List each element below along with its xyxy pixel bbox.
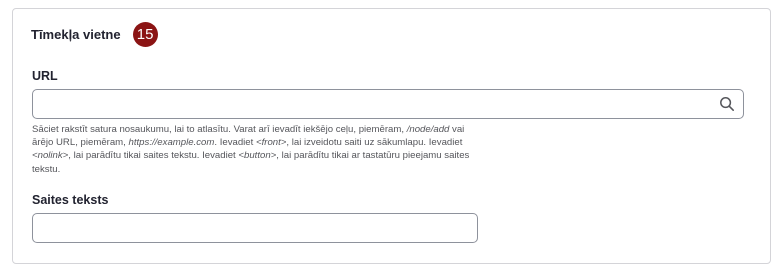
section-title: Tīmekļa vietne — [31, 26, 121, 42]
url-help-text: Sāciet rakstīt satura nosaukumu, lai to … — [32, 123, 487, 176]
help-example-external-url: https://example.com — [128, 137, 215, 149]
help-example-front: <front> — [255, 137, 287, 149]
url-label: URL — [32, 69, 58, 83]
link-text-field — [32, 213, 478, 243]
help-example-node-add: /node/add — [406, 124, 450, 135]
url-input[interactable] — [33, 90, 743, 118]
link-text-label: Saites teksts — [32, 193, 109, 207]
website-section-card: Tīmekļa vietne 15 URL Sāciet rakstīt sat… — [12, 8, 771, 264]
section-header: Tīmekļa vietne 15 — [31, 21, 158, 47]
help-text-part: Sāciet rakstīt satura nosaukumu, lai to … — [32, 124, 407, 135]
help-example-nolink: <nolink> — [32, 150, 69, 162]
help-text-part: . Ievadiet — [214, 137, 256, 149]
url-field — [32, 89, 744, 119]
help-text-part: , lai parādītu tikai saites tekstu. Ieva… — [68, 150, 239, 162]
link-text-input[interactable] — [33, 214, 477, 242]
step-number-badge: 15 — [132, 21, 158, 47]
help-example-button: <button> — [238, 150, 277, 162]
help-text-part: , lai izveidotu saiti uz sākumlapu. Ieva… — [286, 137, 463, 149]
search-icon[interactable] — [719, 96, 735, 112]
